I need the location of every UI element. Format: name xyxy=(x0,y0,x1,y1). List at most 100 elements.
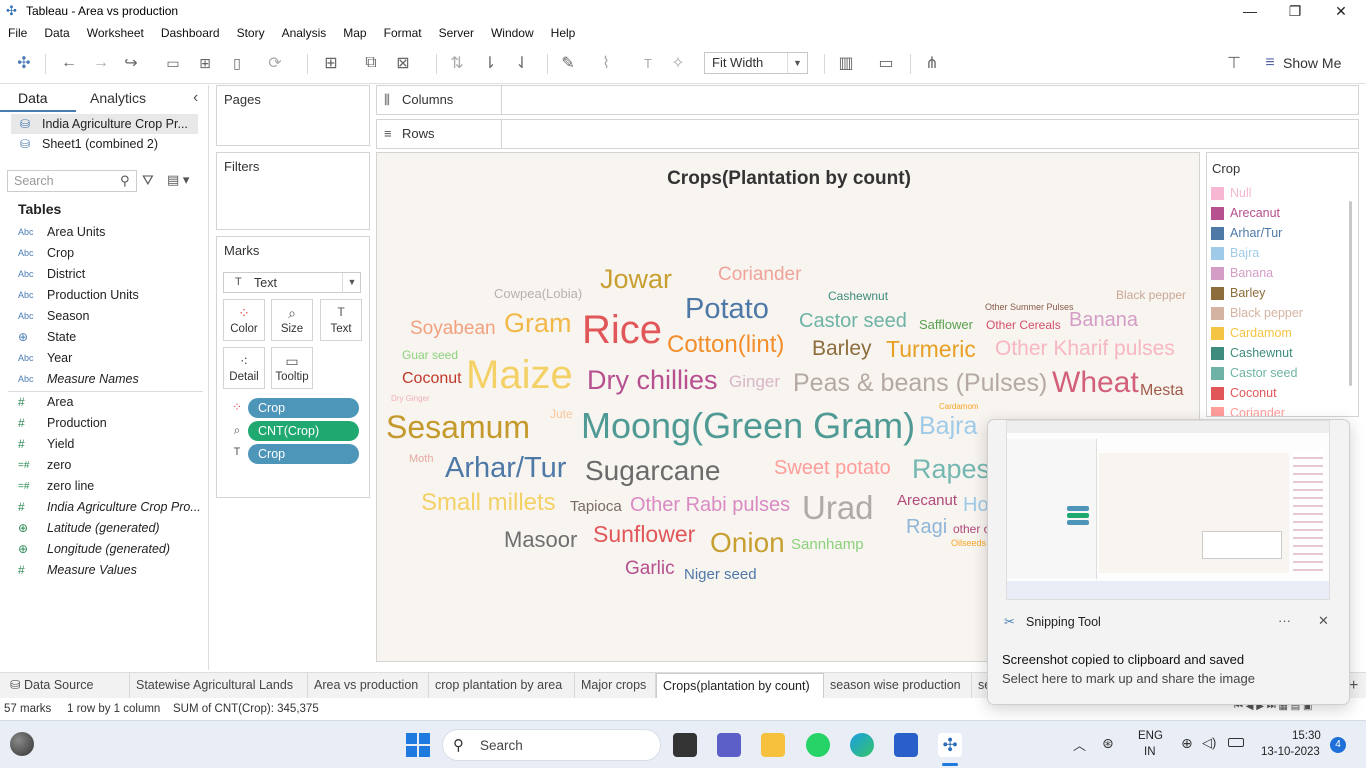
word-cloud-mark[interactable]: Peas & beans (Pulses) xyxy=(793,371,1047,396)
tab-crop-plantation-area[interactable]: crop plantation by area xyxy=(429,673,575,699)
store-icon[interactable] xyxy=(894,733,918,757)
tab-statewise[interactable]: Statewise Agricultural Lands xyxy=(130,673,308,699)
legend-item[interactable]: Barley xyxy=(1211,284,1265,302)
tab-season-wise[interactable]: season wise production xyxy=(824,673,972,699)
word-cloud-mark[interactable]: Jowar xyxy=(600,266,672,293)
new-sheet-icon[interactable]: + xyxy=(1349,677,1358,695)
teams-icon[interactable] xyxy=(717,733,741,757)
word-cloud-mark[interactable]: Safflower xyxy=(919,318,973,331)
collapse-pane-icon[interactable]: ‹ xyxy=(193,85,198,111)
legend-item[interactable]: Bajra xyxy=(1211,244,1259,262)
wifi-icon[interactable]: ⊕ xyxy=(1181,735,1193,752)
word-cloud-mark[interactable]: Barley xyxy=(812,338,872,359)
word-cloud-mark[interactable]: Garlic xyxy=(625,559,675,578)
field-area[interactable]: # Area xyxy=(18,392,203,412)
highlighter-icon[interactable]: ⊤ xyxy=(1223,52,1245,74)
edge-icon[interactable] xyxy=(850,733,874,757)
word-cloud-mark[interactable]: Arhar/Tur xyxy=(445,454,566,483)
replay-icon[interactable]: ↪ xyxy=(120,52,142,74)
word-cloud-mark[interactable]: Dry Ginger xyxy=(391,395,430,403)
fix-axes-icon[interactable]: ✧ xyxy=(667,52,689,74)
legend-item[interactable]: Null xyxy=(1211,184,1252,202)
field-latitude[interactable]: ⊕ Latitude (generated) xyxy=(18,518,203,538)
taskbar-search[interactable]: ⚲ Search xyxy=(442,729,661,761)
field-measure-values[interactable]: # Measure Values xyxy=(18,560,203,580)
word-cloud-mark[interactable]: Small millets xyxy=(421,491,556,515)
show-me-icon[interactable]: ≡ xyxy=(1259,52,1281,74)
pages-card[interactable]: Pages xyxy=(216,85,370,146)
menu-server[interactable]: Server xyxy=(439,26,474,40)
word-cloud-mark[interactable]: Rapes xyxy=(912,456,990,483)
menu-story[interactable]: Story xyxy=(237,26,265,40)
tab-data[interactable]: Data xyxy=(18,85,48,111)
view-options-icon[interactable]: ▤ ▾ xyxy=(167,172,189,188)
battery-icon[interactable] xyxy=(1228,738,1244,747)
word-cloud-mark[interactable]: Mesta xyxy=(1140,383,1184,399)
notification-badge[interactable]: 4 xyxy=(1330,737,1346,753)
task-view-icon[interactable] xyxy=(673,733,697,757)
tab-area-vs-production[interactable]: Area vs production xyxy=(308,673,429,699)
menu-data[interactable]: Data xyxy=(44,26,69,40)
pill-cnt-crop-size[interactable]: CNT(Crop) xyxy=(248,421,359,441)
word-cloud-mark[interactable]: Banana xyxy=(1069,310,1138,330)
sort-descending-icon[interactable]: ⇃ xyxy=(511,52,533,74)
menu-format[interactable]: Format xyxy=(384,26,422,40)
more-options-button[interactable]: ··· xyxy=(1278,613,1291,628)
size-button[interactable]: ⌕ Size xyxy=(271,299,313,341)
mark-type-dropdown[interactable]: T Text ▼ xyxy=(223,272,361,293)
volume-icon[interactable]: ◁) xyxy=(1202,735,1216,751)
clear-sheet-icon[interactable]: ⊠ xyxy=(392,52,414,74)
word-cloud-mark[interactable]: Other Rabi pulses xyxy=(630,495,790,515)
word-cloud-mark[interactable]: Sunflower xyxy=(593,523,695,546)
field-zero[interactable]: =# zero xyxy=(18,455,203,475)
word-cloud-mark[interactable]: Dry chillies xyxy=(587,367,718,394)
legend-item[interactable]: Banana xyxy=(1211,264,1273,282)
word-cloud-mark[interactable]: Ginger xyxy=(729,373,780,390)
field-year[interactable]: Abc Year xyxy=(18,348,203,368)
tableau-home-icon[interactable]: ✣ xyxy=(13,52,35,74)
rows-shelf[interactable]: ≡ Rows xyxy=(376,119,1359,149)
word-cloud-mark[interactable]: Cardamom xyxy=(939,403,979,411)
field-production[interactable]: # Production xyxy=(18,413,203,433)
legend-scrollbar[interactable] xyxy=(1349,201,1352,386)
word-cloud-mark[interactable]: Moth xyxy=(409,454,433,465)
word-cloud-mark[interactable]: Other Summer Pulses xyxy=(985,303,1074,312)
word-cloud-mark[interactable]: Other Cereals xyxy=(986,319,1061,331)
close-button[interactable]: ✕ xyxy=(1318,0,1364,22)
word-cloud-mark[interactable]: Cotton(lint) xyxy=(667,333,784,357)
word-cloud-mark[interactable]: Wheat xyxy=(1052,368,1139,398)
tab-data-source[interactable]: ⛁ Data Source xyxy=(0,673,130,699)
refresh-icon[interactable]: ⟳ xyxy=(264,52,286,74)
start-icon[interactable] xyxy=(406,733,430,757)
weather-icon[interactable] xyxy=(10,732,34,756)
legend-item[interactable]: Cardamom xyxy=(1211,324,1292,342)
legend-item[interactable]: Coconut xyxy=(1211,384,1277,402)
word-cloud-mark[interactable]: Cowpea(Lobia) xyxy=(494,287,582,300)
filters-card[interactable]: Filters xyxy=(216,152,370,230)
field-measure-names[interactable]: Abc Measure Names xyxy=(18,369,203,389)
new-datasource-icon[interactable]: ⊞ xyxy=(194,52,216,74)
pill-crop-color[interactable]: Crop xyxy=(248,398,359,418)
menu-analysis[interactable]: Analysis xyxy=(282,26,327,40)
search-field[interactable]: Search ⚲ xyxy=(7,170,137,192)
restore-button[interactable]: ❐ xyxy=(1272,0,1318,22)
tab-crops-plantation-count[interactable]: Crops(plantation by count) xyxy=(656,673,824,699)
word-cloud-mark[interactable]: Sannhamp xyxy=(791,537,864,552)
field-yield[interactable]: # Yield xyxy=(18,434,203,454)
menu-dashboard[interactable]: Dashboard xyxy=(161,26,220,40)
color-button[interactable]: ⁘ Color xyxy=(223,299,265,341)
word-cloud-mark[interactable]: Maize xyxy=(466,355,573,395)
undo-icon[interactable]: ← xyxy=(58,52,80,74)
field-longitude[interactable]: ⊕ Longitude (generated) xyxy=(18,539,203,559)
chevron-up-icon[interactable]: ︿ xyxy=(1073,735,1086,754)
word-cloud-mark[interactable]: Black pepper xyxy=(1116,289,1186,301)
whatsapp-icon[interactable] xyxy=(806,733,830,757)
sort-ascending-icon[interactable]: ⇂ xyxy=(479,52,501,74)
word-cloud-mark[interactable]: Potato xyxy=(685,295,769,324)
word-cloud-mark[interactable]: Gram xyxy=(504,310,572,337)
field-zero-line[interactable]: =# zero line xyxy=(18,476,203,496)
filter-icon[interactable]: ⛛ xyxy=(142,172,154,189)
word-cloud-mark[interactable]: Other Kharif pulses xyxy=(995,338,1175,359)
word-cloud-mark[interactable]: Sesamum xyxy=(386,411,530,443)
redo-icon[interactable]: → xyxy=(90,52,112,74)
